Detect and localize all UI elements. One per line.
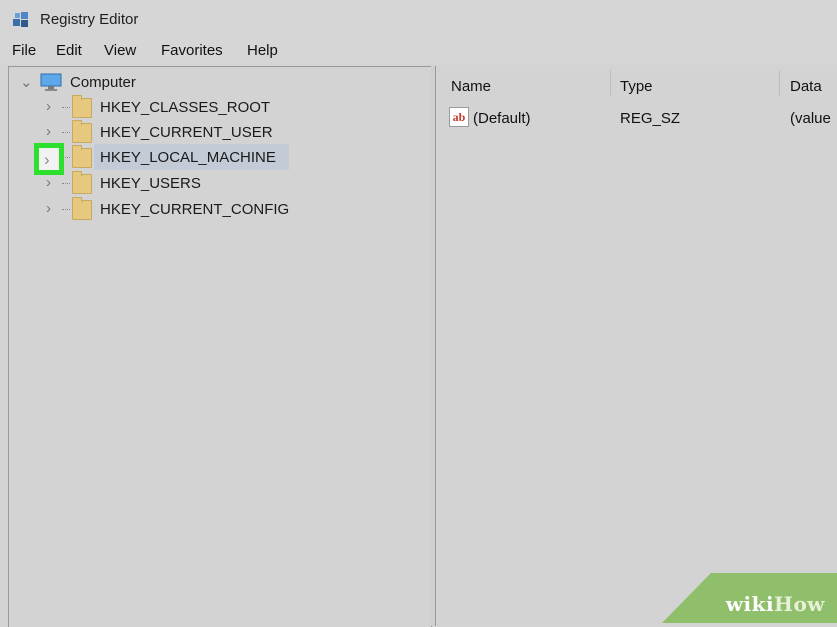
expand-arrow-highlight[interactable]: › [34, 143, 64, 175]
menu-edit[interactable]: Edit [56, 42, 82, 59]
tree-connector [62, 107, 70, 108]
tree-item-selected[interactable]: HKEY_LOCAL_MACHINE [40, 145, 300, 169]
tree-item[interactable]: › HKEY_CURRENT_CONFIG [40, 197, 300, 221]
chevron-right-icon[interactable]: › [46, 174, 51, 191]
tree-root-label: Computer [70, 74, 136, 91]
folder-icon [72, 197, 92, 220]
folder-icon [72, 171, 92, 194]
tree-item[interactable]: › HKEY_USERS [40, 171, 300, 195]
tree-item-label: HKEY_CURRENT_CONFIG [100, 201, 290, 218]
tree-item-label: HKEY_CURRENT_USER [100, 124, 273, 141]
watermark-logo: wikiHow [726, 592, 825, 616]
tree-item[interactable]: › HKEY_CLASSES_ROOT [40, 95, 300, 119]
tree-connector [62, 132, 70, 133]
tree-item-label: HKEY_USERS [100, 175, 201, 192]
menu-bar: File Edit View Favorites Help [0, 36, 837, 64]
tree-connector [62, 183, 70, 184]
tree-item[interactable]: › HKEY_CURRENT_USER [40, 120, 300, 144]
column-separator[interactable] [779, 70, 780, 96]
column-separator[interactable] [610, 70, 611, 96]
tree-item-label: HKEY_CLASSES_ROOT [100, 99, 271, 116]
watermark-how: How [774, 592, 825, 616]
folder-icon [72, 120, 92, 143]
registry-editor-icon [13, 12, 28, 27]
menu-help[interactable]: Help [247, 42, 278, 59]
column-header-type[interactable]: Type [620, 78, 653, 95]
tree-item-label: HKEY_LOCAL_MACHINE [100, 149, 276, 166]
menu-favorites[interactable]: Favorites [161, 42, 223, 59]
column-header-name[interactable]: Name [451, 78, 491, 95]
menu-file[interactable]: File [12, 42, 36, 59]
title-bar: Registry Editor [0, 0, 837, 36]
chevron-right-icon[interactable]: › [46, 123, 51, 140]
column-header-data[interactable]: Data [790, 78, 822, 95]
folder-icon [72, 145, 92, 168]
tree-connector [62, 209, 70, 210]
folder-icon [72, 95, 92, 118]
value-data: (value [790, 110, 831, 127]
chevron-right-icon[interactable]: › [44, 150, 50, 170]
computer-icon [40, 73, 62, 91]
value-name: (Default) [473, 110, 531, 127]
values-pane[interactable] [435, 66, 837, 626]
string-value-icon: ab [449, 107, 469, 127]
watermark-wiki: wiki [725, 592, 775, 616]
chevron-down-icon[interactable]: ⌄ [20, 73, 33, 91]
menu-view[interactable]: View [104, 42, 136, 59]
value-type: REG_SZ [620, 110, 681, 127]
chevron-right-icon[interactable]: › [46, 200, 51, 217]
tree-root-computer[interactable]: ⌄ Computer [18, 70, 178, 94]
window-title: Registry Editor [40, 11, 139, 28]
chevron-right-icon[interactable]: › [46, 98, 51, 115]
